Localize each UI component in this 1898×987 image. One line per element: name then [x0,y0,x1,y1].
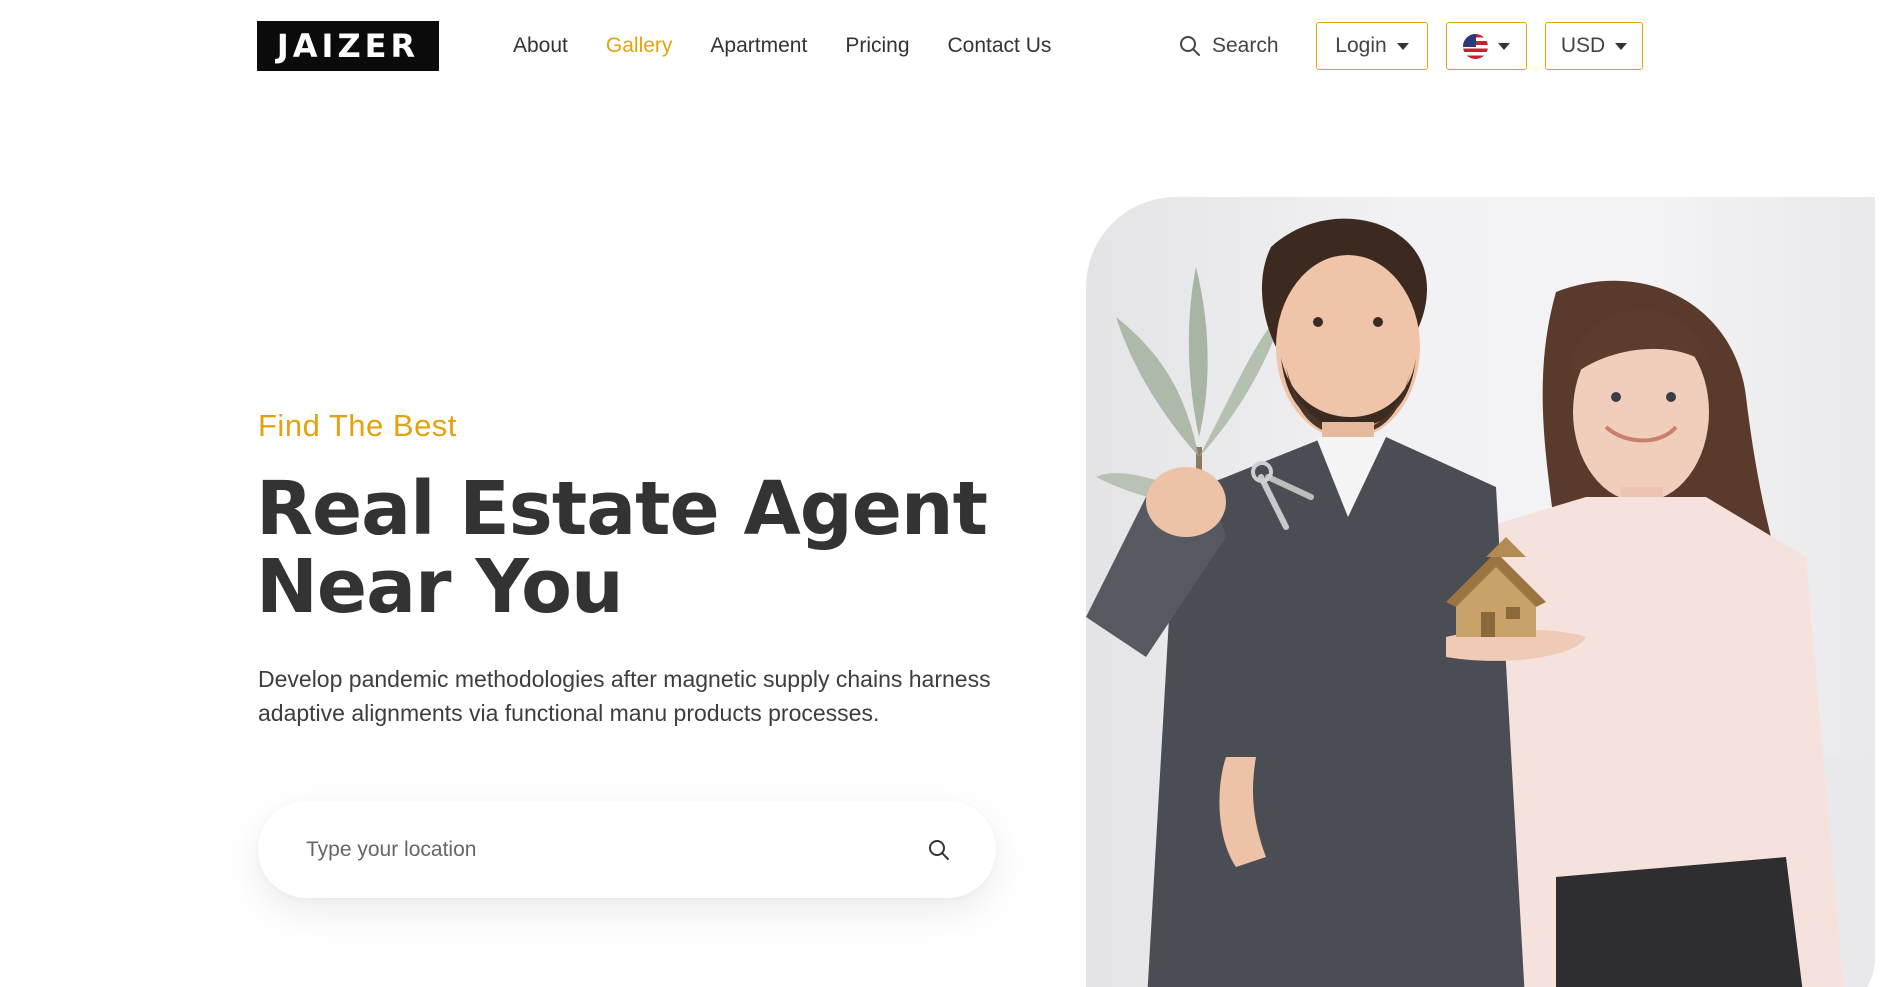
location-input[interactable] [306,837,928,862]
hero-description: Develop pandemic methodologies after mag… [258,666,991,726]
search-label: Search [1212,34,1279,57]
hero-illustration [1086,218,1875,987]
language-dropdown[interactable] [1446,22,1527,70]
location-search-bar [258,801,996,898]
page: JAIZER About Gallery Apartment Pricing C… [0,0,1898,987]
search-icon [929,839,949,860]
login-dropdown[interactable]: Login [1316,22,1428,70]
hero-headline-line1: Real Estate Agent [256,466,988,552]
main-nav: About Gallery Apartment Pricing Contact … [513,30,1089,62]
caret-down-icon [1498,42,1510,50]
hero-headline-line2: Near You [256,544,624,630]
location-search-button[interactable] [928,839,950,861]
nav-link-pricing[interactable]: Pricing [845,34,909,58]
currency-label: USD [1560,34,1606,57]
nav-link-contact-us[interactable]: Contact Us [948,34,1052,58]
login-label: Login [1335,34,1387,57]
hero-headline: Real Estate Agent Near You [256,470,1036,626]
search-icon [1180,36,1200,56]
nav-link-about[interactable]: About [513,34,568,58]
nav-link-apartment[interactable]: Apartment [710,34,807,58]
logo-text: JAIZER [276,27,420,65]
caret-down-icon [1396,42,1409,50]
caret-down-icon [1615,42,1628,50]
hero-eyebrow: Find The Best [258,408,457,443]
hero-image [1086,197,1875,987]
us-flag-icon [1463,33,1488,59]
nav-link-gallery[interactable]: Gallery [606,34,673,58]
header-search-button[interactable]: Search [1179,30,1279,62]
currency-dropdown[interactable]: USD [1545,22,1643,70]
brand-logo[interactable]: JAIZER [257,21,439,71]
